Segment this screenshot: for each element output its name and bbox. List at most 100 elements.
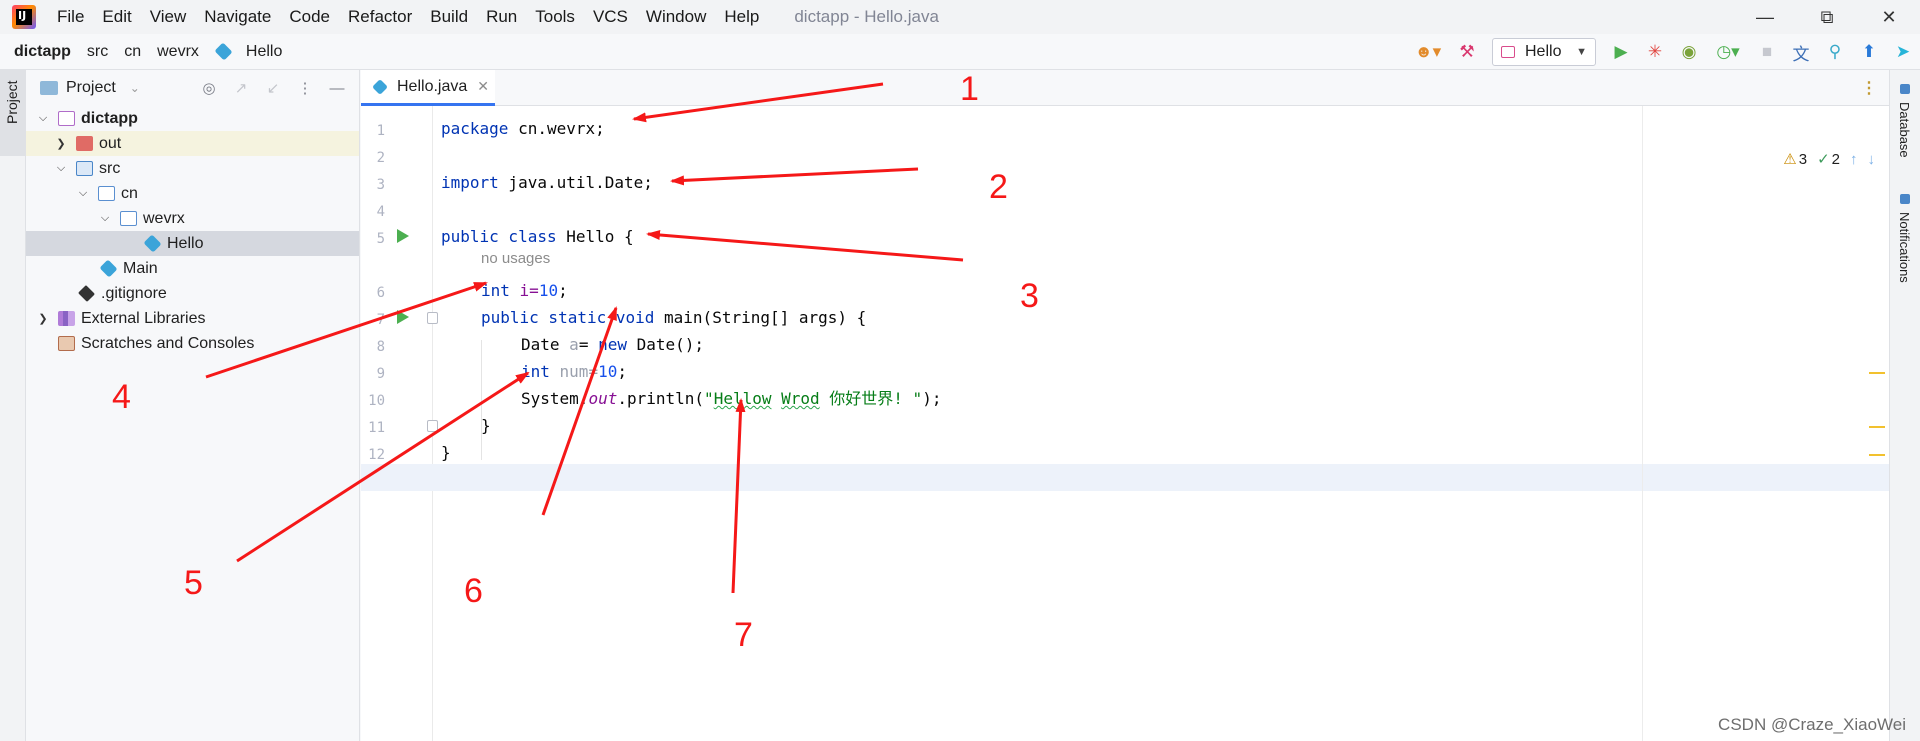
breadcrumb-dictapp[interactable]: dictapp [0, 43, 79, 61]
keyword: package [441, 119, 509, 138]
code-text: ); [922, 389, 942, 408]
collapse-all-icon[interactable]: ↙ [257, 79, 289, 97]
tree-item-main[interactable]: Main [26, 256, 359, 281]
tree-item-cn[interactable]: ⌵ cn [26, 181, 359, 206]
breadcrumb-src[interactable]: src [79, 43, 116, 61]
error-stripe-mark[interactable] [1869, 426, 1885, 428]
menu-edit[interactable]: Edit [93, 7, 140, 27]
current-line-highlight [361, 464, 1889, 491]
menu-code[interactable]: Code [280, 7, 339, 27]
code-line-12: } [441, 439, 451, 466]
usages-inlay-hint[interactable]: no usages [481, 250, 550, 267]
tree-item-gitignore[interactable]: .gitignore [26, 281, 359, 306]
source-folder-icon [76, 161, 93, 176]
tab-hello-java[interactable]: Hello.java ✕ [361, 70, 495, 106]
menu-window[interactable]: Window [637, 7, 715, 27]
stop-icon[interactable]: ■ [1752, 37, 1782, 67]
search-icon[interactable]: ⚲ [1820, 37, 1850, 67]
coverage-icon[interactable]: ◉ [1674, 37, 1704, 67]
hide-panel-icon[interactable]: — [321, 80, 353, 97]
code-area[interactable]: package cn.wevrx; import java.util.Date;… [361, 106, 1889, 741]
update-icon[interactable]: ⬆ [1854, 37, 1884, 67]
error-stripe-mark[interactable] [1869, 372, 1885, 374]
breadcrumb-wevrx[interactable]: wevrx [149, 43, 207, 61]
tree-label: Main [123, 259, 158, 277]
menu-tools[interactable]: Tools [526, 7, 584, 27]
close-icon[interactable]: ✕ [1858, 0, 1920, 34]
tree-item-hello[interactable]: Hello [26, 231, 359, 256]
typo-word[interactable]: Hellow [714, 389, 772, 408]
database-tool-tab[interactable]: Database [1897, 102, 1912, 158]
tree-item-wevrx[interactable]: ⌵ wevrx [26, 206, 359, 231]
annotation-label-7: 7 [734, 616, 753, 654]
error-stripe-mark[interactable] [1869, 454, 1885, 456]
run-main-icon[interactable] [397, 310, 409, 324]
keyword: import [441, 173, 499, 192]
menu-view[interactable]: View [141, 7, 196, 27]
annotation-label-5: 5 [184, 564, 203, 602]
code-line-8: Date a= new Date(); [521, 331, 704, 358]
translate-icon[interactable]: 文 [1786, 37, 1816, 67]
minimize-icon[interactable]: — [1734, 0, 1796, 34]
menu-run[interactable]: Run [477, 7, 526, 27]
next-problem-icon[interactable]: ↓ [1868, 151, 1876, 168]
project-panel: Project ⌄ ◎ ↗ ↙ ⋮ — ⌵ dictapp ❯ out ⌵ sr… [26, 70, 360, 741]
profiler-icon[interactable]: ◷▾ [1708, 37, 1748, 67]
build-hammer-icon[interactable]: ⚒ [1452, 37, 1482, 67]
code-line-10: System.out.println("Hellow Wrod 你好世界! ")… [521, 385, 941, 412]
tree-item-out[interactable]: ❯ out [26, 131, 359, 156]
menu-navigate[interactable]: Navigate [195, 7, 280, 27]
chevron-down-icon[interactable]: ⌵ [98, 212, 112, 225]
chevron-down-icon[interactable]: ⌄ [130, 81, 140, 95]
chevron-down-icon[interactable]: ⌵ [76, 187, 90, 200]
tree-item-external-libraries[interactable]: ❯ External Libraries [26, 306, 359, 331]
more-tabs-icon[interactable]: ⋮ [1861, 78, 1877, 98]
package-icon [98, 186, 115, 201]
intellij-logo-icon: IJ [12, 5, 36, 29]
collaborators-icon[interactable]: ☻▾ [1408, 37, 1448, 67]
project-tool-tab[interactable]: Project [0, 70, 25, 156]
chevron-right-icon[interactable]: ❯ [36, 312, 50, 325]
tree-item-scratches[interactable]: Scratches and Consoles [26, 331, 359, 356]
line-number: 3 [376, 177, 385, 193]
inspection-widget[interactable]: ⚠ 3 ✓ 2 ↑ ↓ [1783, 150, 1876, 169]
menu-refactor[interactable]: Refactor [339, 7, 421, 27]
tree-item-dictapp[interactable]: ⌵ dictapp [26, 106, 359, 131]
editor-tab-bar: Hello.java ✕ ⋮ [361, 70, 1889, 106]
tree-item-src[interactable]: ⌵ src [26, 156, 359, 181]
menu-help[interactable]: Help [715, 7, 768, 27]
static-field: out [588, 389, 618, 408]
code-text: Hello { [556, 227, 634, 246]
project-panel-title[interactable]: Project [66, 79, 116, 97]
menu-file[interactable]: File [48, 7, 93, 27]
project-tool-tab-label: Project [4, 80, 20, 124]
editor-gutter[interactable]: 1 2 3 4 5 6 7 8 9 10 11 12 13 [361, 106, 438, 741]
line-number: 9 [376, 366, 385, 382]
debug-icon[interactable]: ✳ [1640, 37, 1670, 67]
chevron-down-icon[interactable]: ⌵ [54, 162, 68, 175]
java-class-icon [372, 78, 388, 95]
chevron-down-icon[interactable]: ⌵ [36, 112, 50, 125]
locate-target-icon[interactable]: ◎ [193, 79, 225, 97]
previous-problem-icon[interactable]: ↑ [1850, 151, 1858, 168]
more-options-icon[interactable]: ⋮ [289, 79, 321, 97]
tree-label: .gitignore [101, 284, 167, 302]
line-number: 8 [376, 339, 385, 355]
close-tab-icon[interactable]: ✕ [477, 78, 489, 95]
restore-icon[interactable]: ⧉ [1796, 0, 1858, 34]
menu-vcs[interactable]: VCS [584, 7, 637, 27]
notifications-tool-tab[interactable]: Notifications [1897, 212, 1912, 283]
run-class-icon[interactable] [397, 229, 409, 243]
project-panel-header: Project ⌄ ◎ ↗ ↙ ⋮ — [26, 70, 359, 106]
menu-build[interactable]: Build [421, 7, 477, 27]
breadcrumb-hello[interactable]: Hello [238, 43, 290, 61]
typo-word[interactable]: Wrod [781, 389, 820, 408]
expand-all-icon[interactable]: ↗ [225, 79, 257, 97]
run-icon[interactable]: ▶ [1606, 37, 1636, 67]
jetbrains-toolbox-icon[interactable]: ➤ [1888, 37, 1918, 67]
breadcrumb-cn[interactable]: cn [116, 43, 149, 61]
run-configuration-select[interactable]: Hello ▼ [1492, 38, 1596, 66]
code-text: ; [558, 281, 568, 300]
chevron-right-icon[interactable]: ❯ [54, 137, 68, 150]
code-text: System. [521, 389, 589, 408]
